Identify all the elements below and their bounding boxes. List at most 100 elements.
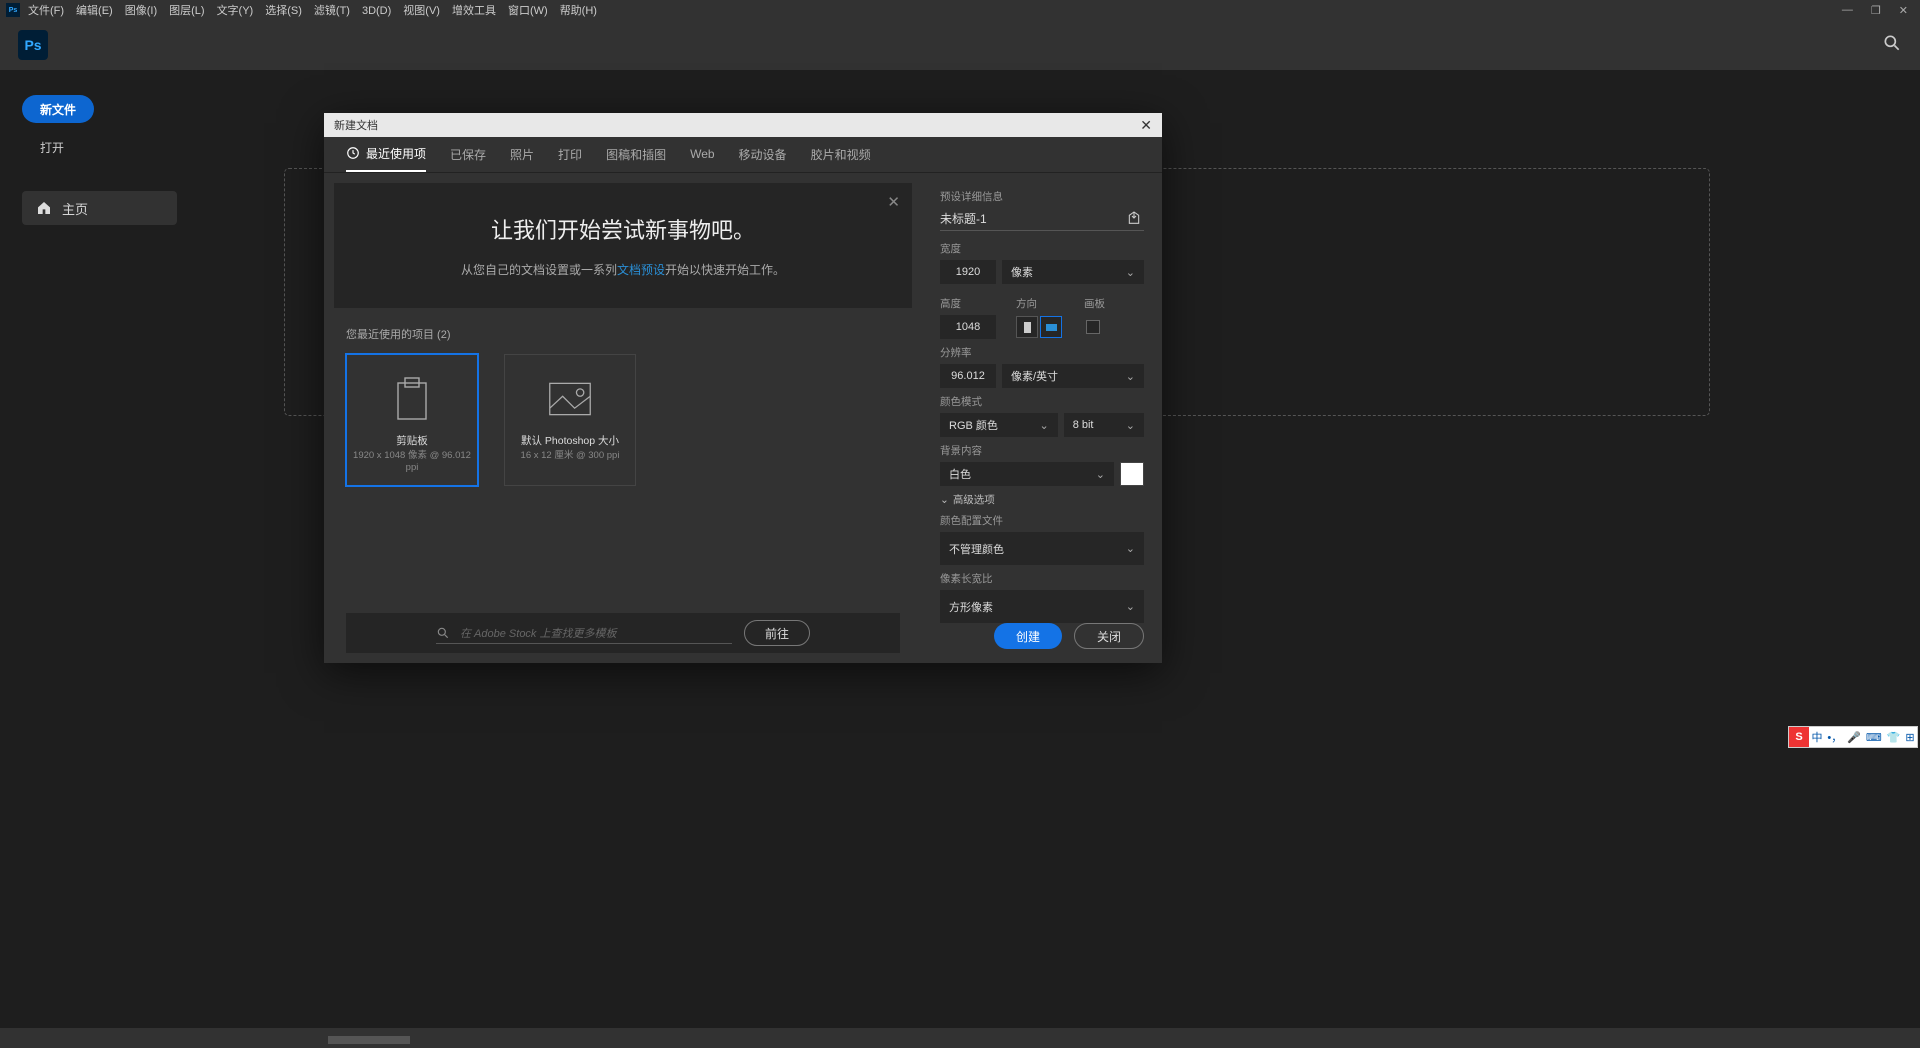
status-bar (0, 1028, 1920, 1048)
welcome-close-icon[interactable]: ✕ (887, 193, 900, 211)
dialog-tabs: 最近使用项已保存照片打印图稿和插图 Web 移动设备胶片和视频 (324, 137, 1162, 173)
scrollbar-thumb[interactable] (328, 1036, 410, 1044)
dialog-tab[interactable]: 已保存 (450, 136, 486, 172)
label-artboard: 画板 (1084, 296, 1105, 311)
welcome-title: 让我们开始尝试新事物吧。 (354, 213, 892, 245)
advanced-toggle[interactable]: ⌄高级选项 (940, 492, 1144, 507)
width-input[interactable]: 1920 (940, 260, 996, 284)
menu-item[interactable]: 增效工具 (452, 5, 496, 17)
stock-search-bar: 在 Adobe Stock 上查找更多模板 前往 (346, 613, 900, 653)
stock-go-button[interactable]: 前往 (744, 620, 810, 646)
new-document-dialog: 新建文档 ✕ 最近使用项已保存照片打印图稿和插图 Web 移动设备胶片和视频 ✕ 让… (324, 113, 1162, 663)
preset-details-panel: 预设详细信息 未标题-1 宽度 1920 像素⌄ 高度 方向 (922, 173, 1162, 663)
menu-item[interactable]: 选择(S) (265, 5, 302, 17)
label-aspect: 像素长宽比 (940, 571, 1144, 586)
label-height: 高度 (940, 296, 996, 311)
stock-search-input[interactable]: 在 Adobe Stock 上查找更多模板 (436, 622, 732, 644)
chevron-down-icon: ⌄ (1126, 419, 1135, 432)
ime-lang[interactable]: 中 (1811, 729, 1822, 745)
app-header: Ps (0, 20, 1920, 70)
new-file-button[interactable]: 新文件 (22, 95, 94, 123)
dialog-tab[interactable]: 图稿和插图 (606, 136, 666, 172)
dialog-tab[interactable]: 照片 (510, 136, 534, 172)
dialog-title: 新建文档 (334, 117, 378, 133)
dialog-left-pane: ✕ 让我们开始尝试新事物吧。 从您自己的文档设置或一系列文档预设开始以快速开始工… (324, 173, 922, 663)
menubar: Ps 文件(F) 编辑(E) 图像(I) 图层(L) 文字(Y) 选择(S) 滤镜(T) 3D… (0, 0, 1920, 20)
color-profile-select[interactable]: 不管理颜色⌄ (940, 532, 1144, 565)
close-button[interactable]: 关闭 (1074, 623, 1144, 649)
sogou-logo-icon: S (1789, 727, 1809, 747)
menu-item[interactable]: 图层(L) (169, 5, 204, 17)
preset-subtitle: 1920 x 1048 像素 @ 96.012 ppi (347, 448, 477, 477)
unit-select[interactable]: 像素⌄ (1002, 260, 1144, 284)
image-icon (547, 379, 593, 419)
label-orientation: 方向 (1016, 296, 1064, 311)
preset-card[interactable]: 默认 Photoshop 大小16 x 12 厘米 @ 300 ppi (504, 354, 636, 486)
menu-item[interactable]: 文件(F) (28, 5, 64, 17)
orientation-portrait-button[interactable] (1016, 316, 1038, 338)
background-color-swatch[interactable] (1120, 462, 1144, 486)
menu-item[interactable]: 窗口(W) (508, 5, 548, 17)
bit-depth-select[interactable]: 8 bit⌄ (1064, 413, 1144, 437)
doc-presets-link[interactable]: 文档预设 (617, 263, 665, 277)
ps-logo-icon: Ps (18, 30, 48, 60)
chevron-down-icon: ⌄ (1039, 419, 1048, 432)
menu-item[interactable]: 图像(I) (125, 5, 157, 17)
resolution-input[interactable]: 96.012 (940, 364, 996, 388)
menu-item[interactable]: 文字(Y) (217, 5, 254, 17)
left-rail: 新文件 打开 主页 (0, 70, 280, 1028)
dialog-tab[interactable]: Web (690, 136, 714, 172)
ime-skin-icon[interactable]: 👕 (1887, 731, 1901, 744)
clipboard-icon (392, 375, 432, 423)
resolution-unit-select[interactable]: 像素/英寸⌄ (1002, 364, 1144, 388)
background-select[interactable]: 白色⌄ (940, 462, 1114, 486)
pixel-aspect-select[interactable]: 方形像素⌄ (940, 590, 1144, 623)
dialog-tab[interactable]: 最近使用项 (346, 136, 426, 172)
create-button[interactable]: 创建 (994, 623, 1062, 649)
preset-list: 剪贴板1920 x 1048 像素 @ 96.012 ppi默认 Photosh… (324, 350, 922, 490)
save-preset-icon[interactable] (1124, 208, 1144, 228)
ime-menu-icon[interactable]: ⊞ (1905, 731, 1914, 744)
dialog-close-icon[interactable]: ✕ (1140, 117, 1152, 134)
artboard-checkbox[interactable] (1086, 320, 1100, 334)
details-header: 预设详细信息 (940, 189, 1144, 204)
color-mode-select[interactable]: RGB 颜色⌄ (940, 413, 1058, 437)
menu-item[interactable]: 3D(D) (362, 5, 391, 17)
chevron-down-icon: ⌄ (1126, 266, 1135, 279)
stock-search-placeholder: 在 Adobe Stock 上查找更多模板 (460, 625, 617, 641)
preset-name-input[interactable]: 未标题-1 (940, 210, 987, 227)
ime-keyboard-icon[interactable]: ⌨ (1866, 731, 1882, 744)
menu-item[interactable]: 视图(V) (403, 5, 440, 17)
preset-subtitle: 16 x 12 厘米 @ 300 ppi (515, 448, 626, 464)
chevron-down-icon: ⌄ (1126, 542, 1135, 555)
sidebar-item-label: 主页 (62, 199, 88, 218)
ime-punct-icon[interactable]: •， (1827, 729, 1842, 745)
label-resolution: 分辨率 (940, 345, 1144, 360)
preset-title: 默认 Photoshop 大小 (521, 433, 619, 448)
ime-mic-icon[interactable]: 🎤 (1847, 731, 1861, 744)
open-button[interactable]: 打开 (22, 133, 258, 161)
height-input[interactable]: 1048 (940, 315, 996, 339)
welcome-card: ✕ 让我们开始尝试新事物吧。 从您自己的文档设置或一系列文档预设开始以快速开始工… (334, 183, 912, 308)
menu-item[interactable]: 帮助(H) (560, 5, 597, 17)
app-badge-icon: Ps (6, 3, 20, 17)
dialog-tab[interactable]: 胶片和视频 (811, 136, 871, 172)
ime-tray[interactable]: S 中 •， 🎤 ⌨ 👕 ⊞ (1788, 726, 1918, 748)
search-icon[interactable] (1882, 33, 1902, 58)
preset-title: 剪贴板 (396, 433, 428, 448)
label-width: 宽度 (940, 241, 1144, 256)
preset-card[interactable]: 剪贴板1920 x 1048 像素 @ 96.012 ppi (346, 354, 478, 486)
close-window-button[interactable]: ✕ (1899, 4, 1908, 17)
minimize-button[interactable]: — (1842, 4, 1853, 17)
label-profile: 颜色配置文件 (940, 513, 1144, 528)
sidebar-item-home[interactable]: 主页 (22, 191, 177, 225)
dialog-tab[interactable]: 移动设备 (739, 136, 787, 172)
home-icon (36, 200, 52, 216)
menu-item[interactable]: 编辑(E) (76, 5, 113, 17)
orientation-landscape-button[interactable] (1040, 316, 1062, 338)
menu-item[interactable]: 滤镜(T) (314, 5, 350, 17)
dialog-tab[interactable]: 打印 (558, 136, 582, 172)
window-controls: — ❐ ✕ (1842, 4, 1914, 17)
chevron-down-icon: ⌄ (1126, 370, 1135, 383)
maximize-button[interactable]: ❐ (1871, 4, 1881, 17)
